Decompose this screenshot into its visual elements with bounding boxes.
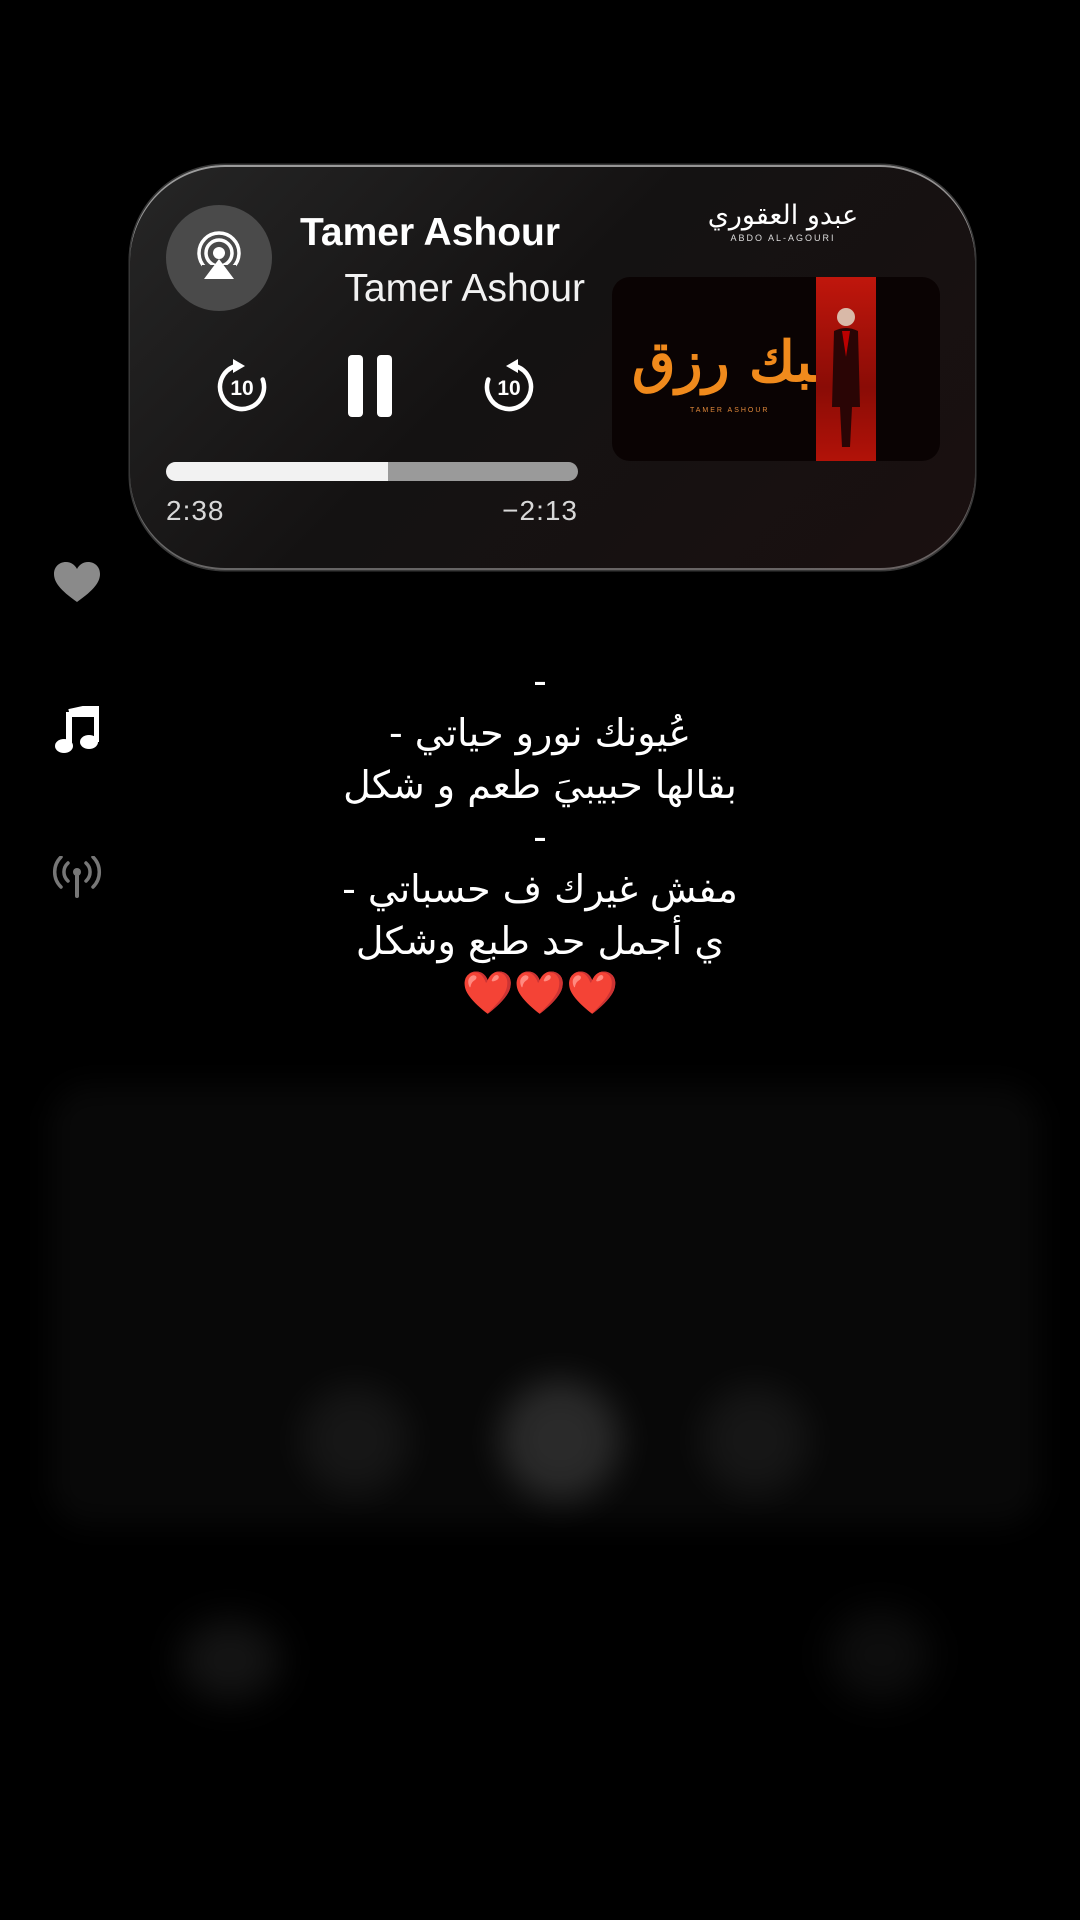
track-title: Tamer Ashour bbox=[300, 211, 561, 254]
background-blur-dot bbox=[830, 1610, 930, 1700]
progress-bar[interactable] bbox=[166, 462, 578, 481]
lock-screen: Tamer Ashour Tamer Ashour 10 10 2:38 −2:… bbox=[0, 0, 1080, 1920]
background-blur-dot bbox=[300, 1385, 410, 1495]
heart-button[interactable] bbox=[50, 558, 104, 612]
remaining-time: −2:13 bbox=[502, 495, 578, 526]
brand-arabic: عبدو العقوري bbox=[707, 200, 859, 231]
lyric-line: - bbox=[533, 659, 547, 703]
skip-forward-10-icon: 10 bbox=[480, 357, 538, 420]
hearts-emoji: ❤️❤️❤️ bbox=[461, 968, 619, 1017]
track-artist: Tamer Ashour bbox=[344, 267, 585, 310]
music-button[interactable] bbox=[50, 701, 104, 761]
album-artwork[interactable]: حبك رزق TAMER ASHOUR bbox=[612, 277, 940, 461]
pause-icon bbox=[346, 354, 396, 422]
background-blur-dot bbox=[500, 1380, 620, 1500]
broadcast-button[interactable] bbox=[50, 853, 104, 907]
heart-icon bbox=[54, 561, 100, 609]
svg-text:10: 10 bbox=[230, 377, 253, 400]
svg-text:10: 10 bbox=[497, 377, 520, 400]
airplay-button[interactable] bbox=[166, 205, 272, 311]
now-playing-card[interactable]: Tamer Ashour Tamer Ashour 10 10 2:38 −2:… bbox=[130, 165, 975, 570]
broadcast-icon bbox=[52, 854, 102, 905]
pause-button[interactable] bbox=[338, 354, 404, 422]
brand-logo: عبدو العقوري ABDO AL-AGOURI bbox=[698, 200, 868, 244]
artwork-subtitle: TAMER ASHOUR bbox=[690, 407, 770, 414]
skip-forward-button[interactable]: 10 bbox=[476, 355, 542, 421]
lyric-line: - ﻋُﯿﻮﻧﻚ ﻧﻮﺭﻭ ﺣﯿﺎﺗﻲ bbox=[388, 711, 692, 755]
background-blur-dot bbox=[180, 1620, 280, 1700]
lyrics-block: - - ﻋُﯿﻮﻧﻚ ﻧﻮﺭﻭ ﺣﯿﺎﺗﻲ ﺑﻘﺎﻟﻬﺎ ﺣﺒﯿﺒﻲَ ﻃﻌﻢ … bbox=[240, 655, 840, 1019]
skip-back-10-icon: 10 bbox=[213, 357, 271, 420]
brand-english: ABDO AL-AGOURI bbox=[730, 233, 836, 243]
progress-fill bbox=[166, 462, 389, 481]
artwork-singer-figure bbox=[832, 308, 860, 447]
airplay-icon bbox=[192, 229, 246, 288]
elapsed-time: 2:38 bbox=[166, 495, 225, 526]
lyric-line: ﺑﻘﺎﻟﻬﺎ ﺣﺒﯿﺒﻲَ ﻃﻌﻢ ﻭ ﺷﻜﻞ bbox=[343, 763, 737, 807]
background-blur-dot bbox=[700, 1385, 810, 1495]
music-note-icon bbox=[55, 701, 100, 761]
skip-back-button[interactable]: 10 bbox=[209, 355, 275, 421]
lyric-line: ﻱ ﺃﺟﻤﻞ ﺣﺪ ﻃﺒﻊ ﻭﺷﻜﻞ bbox=[355, 919, 725, 963]
lyric-line: - ﻣﻔﺶ ﻏﯿﺮﻙ ﻑ ﺣﺴﺒﺎﺗﻲ bbox=[342, 867, 738, 911]
lyric-line: - bbox=[533, 815, 547, 859]
